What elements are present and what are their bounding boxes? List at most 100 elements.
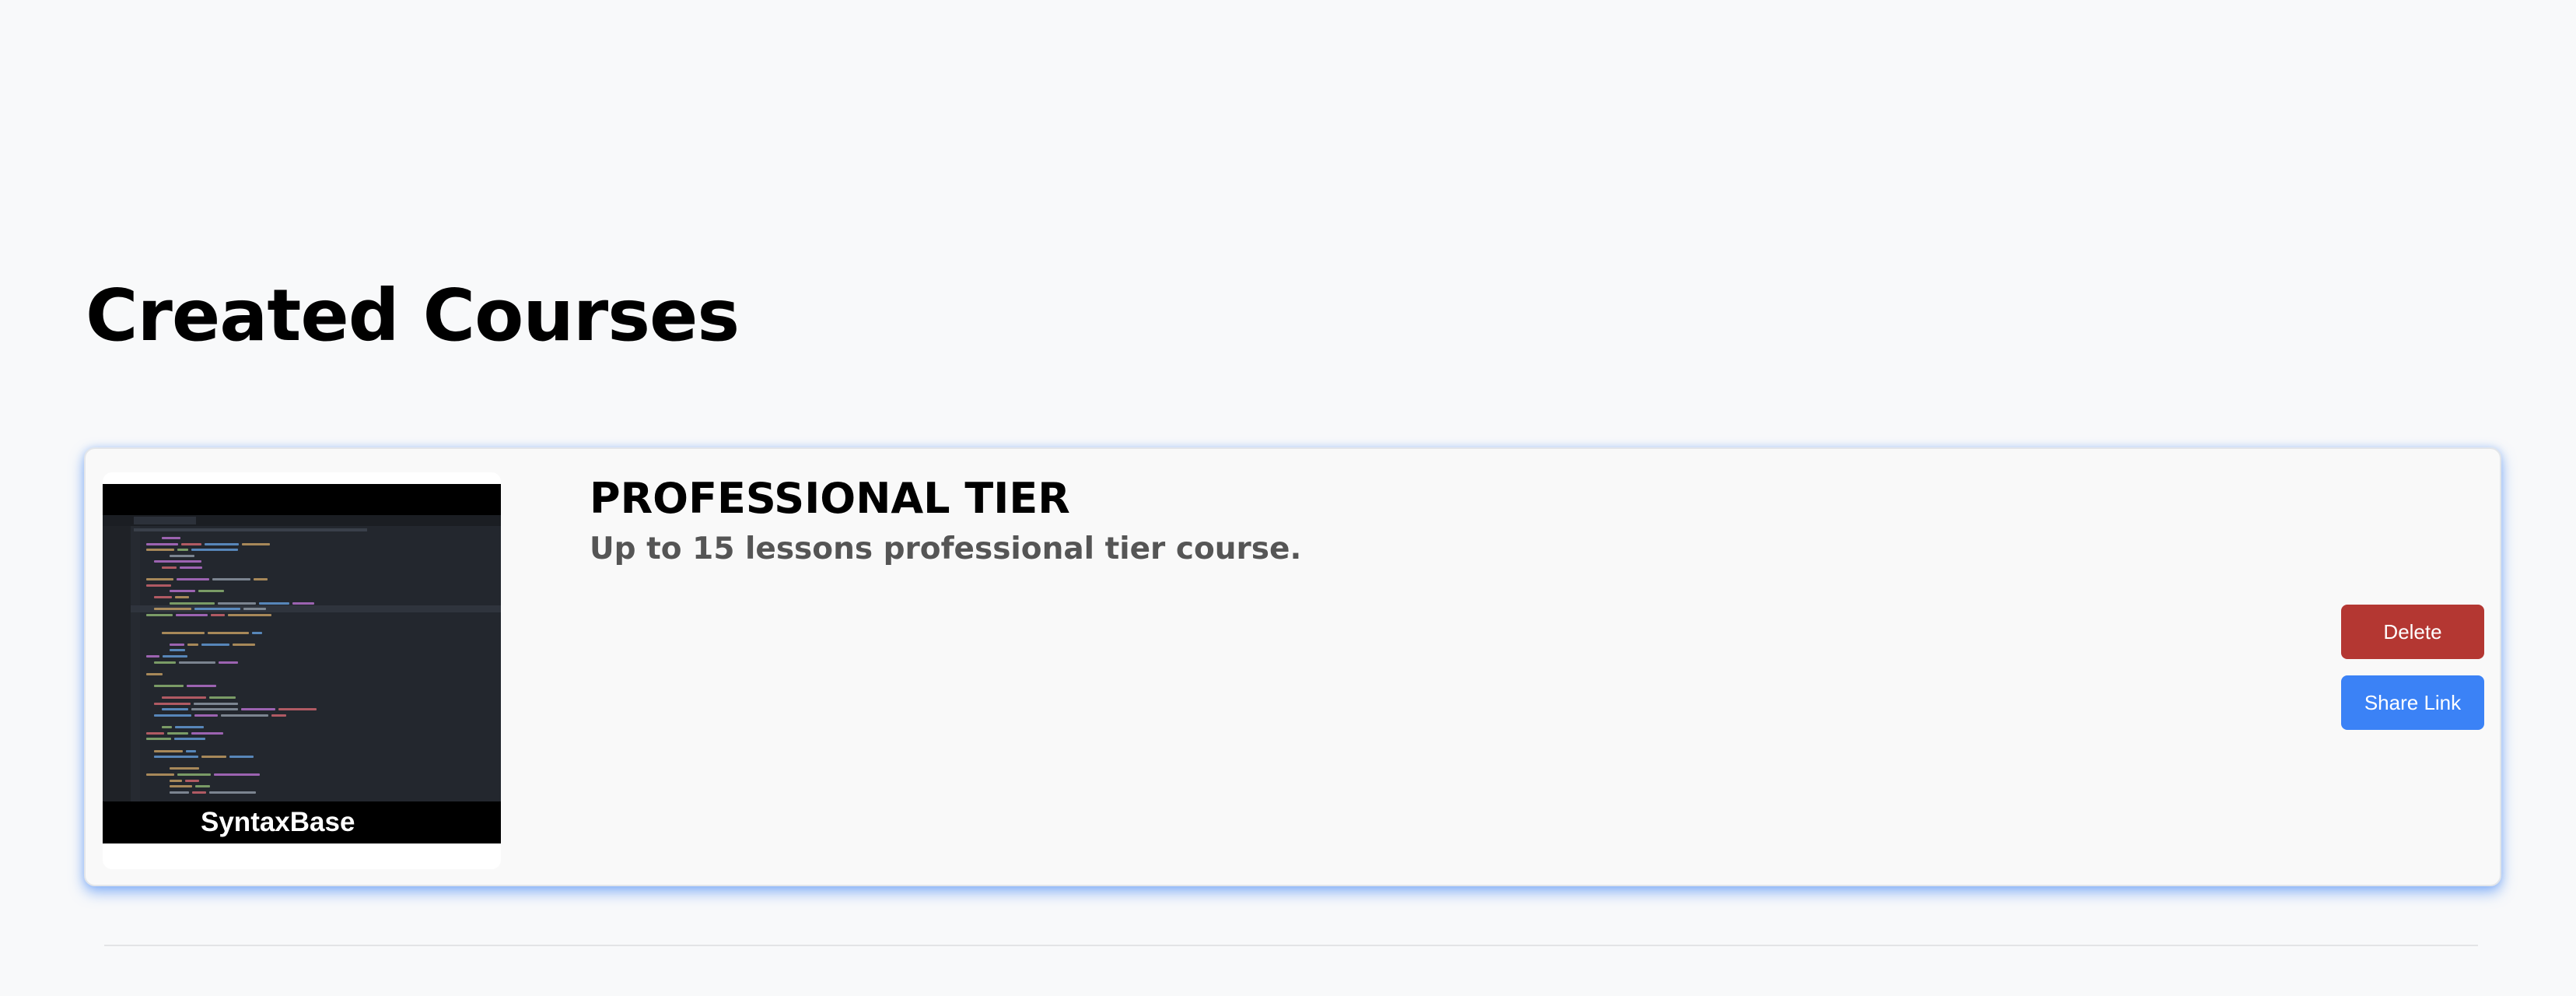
code-token xyxy=(177,773,211,776)
course-description: Up to 15 lessons professional tier cours… xyxy=(590,531,1302,566)
code-token xyxy=(177,549,188,552)
code-token xyxy=(174,738,205,741)
code-token xyxy=(214,773,260,776)
code-token xyxy=(191,549,238,552)
course-thumbnail-image: SyntaxBase xyxy=(103,484,501,843)
code-token xyxy=(175,596,189,598)
code-token xyxy=(146,731,164,735)
code-token xyxy=(191,708,238,711)
code-token xyxy=(146,549,174,552)
code-token xyxy=(154,756,198,759)
code-token xyxy=(181,542,201,545)
code-token xyxy=(170,554,194,557)
code-token xyxy=(208,631,249,634)
code-token xyxy=(154,702,191,705)
code-token xyxy=(146,578,173,581)
code-token xyxy=(170,791,189,794)
code-token xyxy=(170,590,195,593)
course-card: SyntaxBase PROFESSIONAL TIER Up to 15 le… xyxy=(84,447,2501,886)
code-token xyxy=(191,731,223,735)
share-link-button[interactable]: Share Link xyxy=(2341,675,2484,730)
code-token xyxy=(154,608,191,611)
code-token xyxy=(243,608,266,611)
code-token xyxy=(170,779,182,782)
code-token xyxy=(176,613,208,616)
code-token xyxy=(241,708,275,711)
code-token xyxy=(205,542,239,545)
code-token xyxy=(233,643,255,646)
code-token xyxy=(146,773,174,776)
code-token xyxy=(154,661,176,664)
code-token xyxy=(162,696,206,700)
code-token xyxy=(211,613,225,616)
code-token xyxy=(194,702,238,705)
code-token xyxy=(218,601,256,605)
code-token xyxy=(219,661,238,664)
code-token xyxy=(170,649,185,652)
code-token xyxy=(201,756,226,759)
page-title: Created Courses xyxy=(86,274,740,357)
editor-tab xyxy=(134,517,196,524)
code-token xyxy=(212,578,250,581)
divider xyxy=(104,945,2478,946)
code-token xyxy=(154,714,191,717)
code-token xyxy=(170,785,192,788)
code-token xyxy=(242,542,270,545)
code-token xyxy=(146,738,171,741)
code-token xyxy=(187,643,198,646)
code-token xyxy=(194,714,218,717)
course-thumbnail: SyntaxBase xyxy=(103,472,501,869)
code-token xyxy=(162,631,205,634)
code-token xyxy=(252,631,262,634)
code-token xyxy=(229,756,254,759)
thumbnail-caption-bar: SyntaxBase xyxy=(103,801,501,843)
code-token xyxy=(177,578,209,581)
code-token xyxy=(154,596,172,598)
code-token xyxy=(221,714,268,717)
code-token xyxy=(201,643,229,646)
code-token xyxy=(170,643,184,646)
code-token xyxy=(209,696,236,700)
thumbnail-caption: SyntaxBase xyxy=(201,807,355,837)
code-token xyxy=(154,749,183,752)
code-token xyxy=(146,655,159,658)
code-token xyxy=(170,767,199,770)
page: Created Courses SyntaxBase PROFESSIONAL … xyxy=(0,0,2576,996)
code-token xyxy=(259,601,289,605)
code-token xyxy=(163,655,187,658)
code-token xyxy=(146,672,163,675)
code-token xyxy=(170,601,215,605)
code-token xyxy=(175,726,204,729)
delete-button[interactable]: Delete xyxy=(2341,605,2484,659)
code-token xyxy=(187,685,216,687)
code-token xyxy=(162,726,172,729)
editor-sidebar xyxy=(103,526,131,801)
code-token xyxy=(209,791,256,794)
code-token xyxy=(254,578,268,581)
code-token xyxy=(228,613,271,616)
code-token xyxy=(195,785,210,788)
code-token xyxy=(271,714,286,717)
code-token xyxy=(194,608,240,611)
code-token xyxy=(198,590,224,593)
code-token xyxy=(179,661,215,664)
code-token xyxy=(192,791,206,794)
editor-tabbar xyxy=(103,515,501,526)
editor-breadcrumb xyxy=(134,528,367,531)
code-token xyxy=(146,584,171,587)
code-token xyxy=(185,779,199,782)
code-token xyxy=(154,560,201,563)
code-token xyxy=(146,542,178,545)
editor-gutter xyxy=(131,526,140,801)
code-token xyxy=(278,708,317,711)
code-token xyxy=(180,566,202,569)
code-token xyxy=(162,537,180,539)
code-token xyxy=(186,749,196,752)
code-editor-screenshot xyxy=(103,515,501,801)
course-title: PROFESSIONAL TIER xyxy=(590,474,1070,523)
code-token xyxy=(162,566,177,569)
code-token xyxy=(154,685,184,687)
code-token xyxy=(292,601,314,605)
code-token xyxy=(162,708,188,711)
code-token xyxy=(146,613,173,616)
